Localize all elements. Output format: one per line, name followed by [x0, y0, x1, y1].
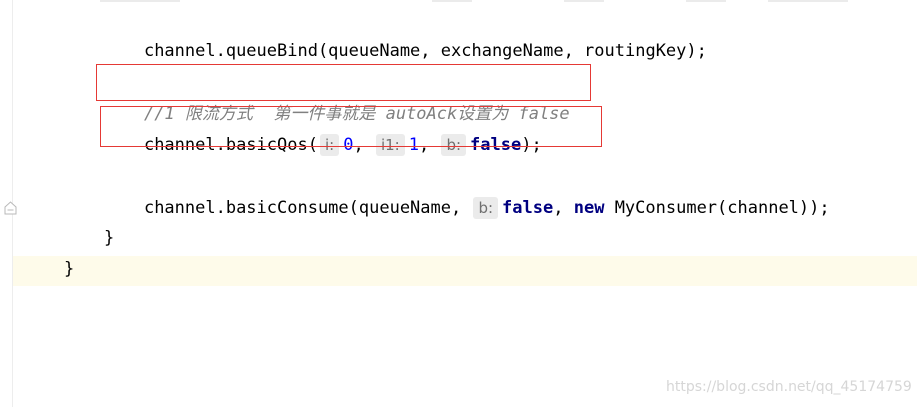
code-line-close-method[interactable]: }: [63, 199, 114, 248]
code-line-queue-bind[interactable]: channel.queueBind(queueName, exchangeNam…: [103, 12, 707, 61]
consumer-constructor: MyConsumer(channel));: [604, 198, 830, 218]
fold-icon[interactable]: [4, 201, 17, 215]
code-line-close-class[interactable]: }: [23, 230, 74, 279]
basic-consume-call: channel.basicConsume(queueName,: [143, 198, 472, 218]
closing-brace: }: [103, 228, 115, 248]
closing-brace: }: [63, 259, 75, 279]
clipped-previous-line: [100, 0, 854, 2]
current-line-highlight: [13, 256, 917, 286]
basic-qos-highlight-box: [100, 106, 602, 147]
comment-highlight-box: [96, 64, 591, 101]
code-line-basic-consume[interactable]: channel.basicConsume(queueName, b: false,…: [103, 169, 830, 219]
param-hint-b: b:: [473, 197, 499, 219]
watermark: https://blog.csdn.net/qq_45174759: [666, 379, 912, 395]
new-keyword: new: [573, 198, 605, 218]
queue-bind-statement: channel.queueBind(queueName, exchangeNam…: [143, 41, 707, 61]
editor-gutter: [0, 0, 17, 407]
code-editor[interactable]: channel.queueBind(queueName, exchangeNam…: [0, 0, 917, 407]
arg-auto-ack: false: [502, 198, 554, 218]
arg-separator: ,: [553, 198, 564, 218]
